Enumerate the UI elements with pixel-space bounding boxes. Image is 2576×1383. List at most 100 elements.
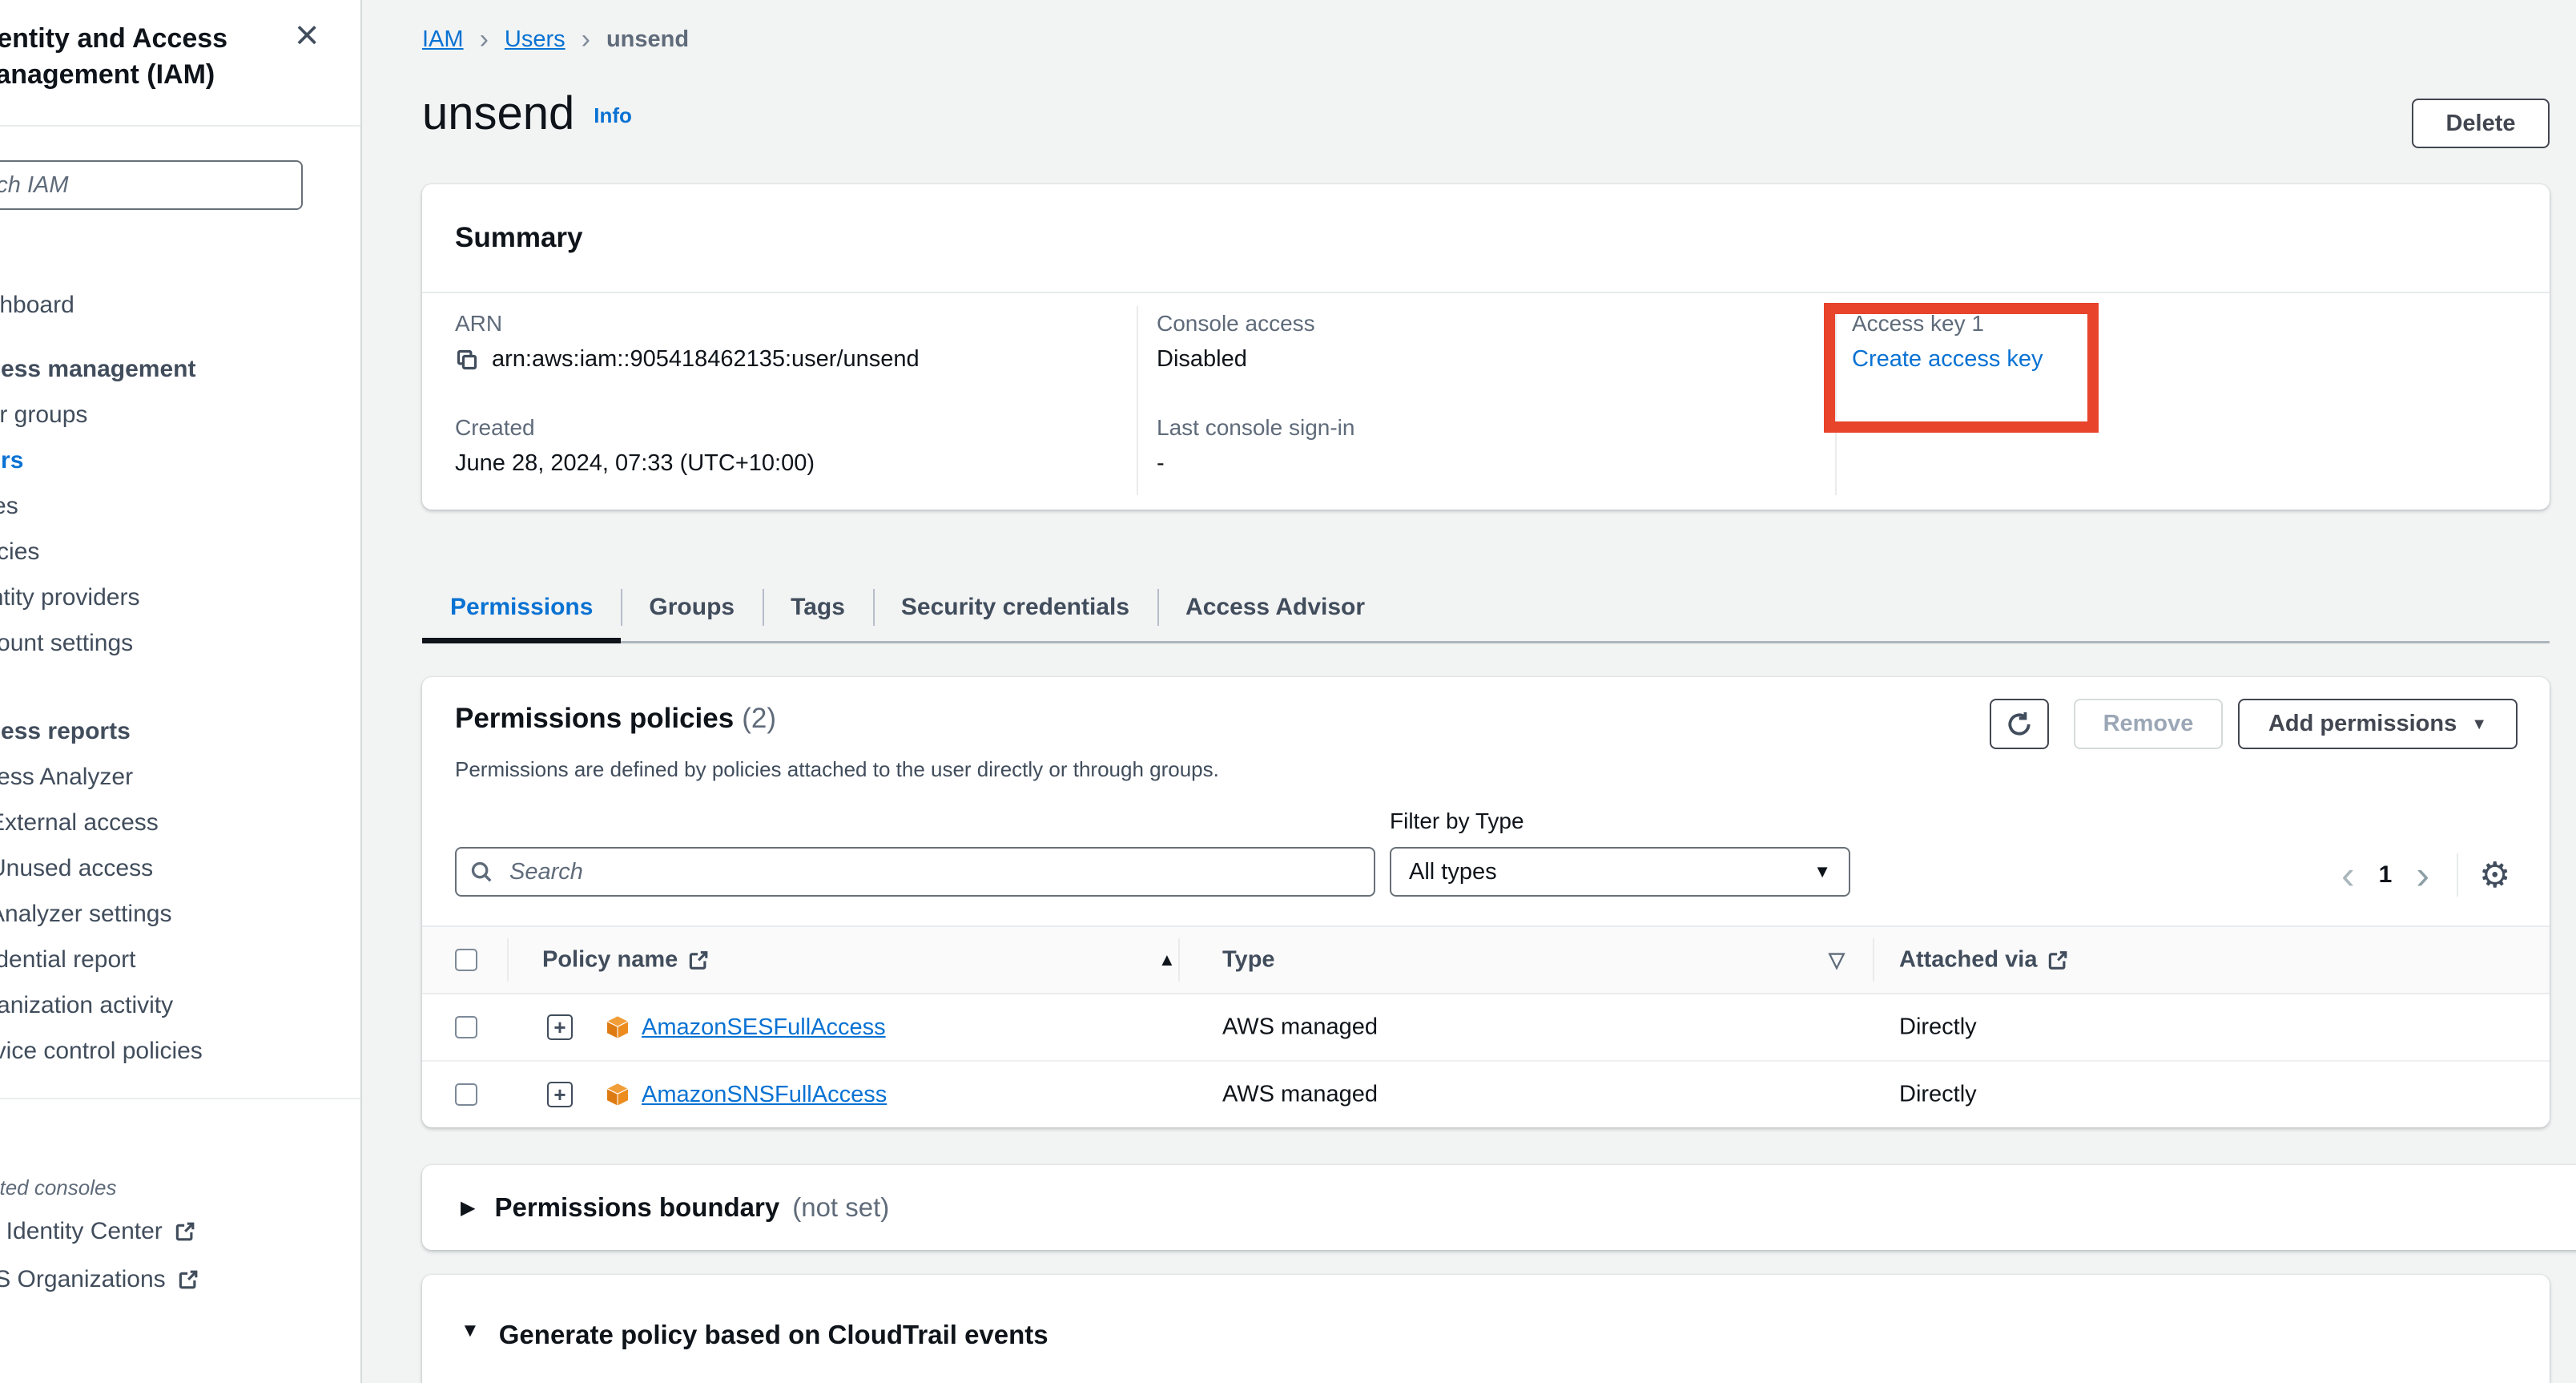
sidebar-item-account-settings[interactable]: Account settings	[0, 620, 360, 666]
add-permissions-label: Add permissions	[2268, 711, 2457, 737]
arn-label: ARN	[455, 311, 502, 337]
generate-policy-section[interactable]: ▼ Generate policy based on CloudTrail ev…	[422, 1275, 2550, 1383]
permissions-boundary-note: (not set)	[792, 1192, 889, 1223]
sidebar-search-input[interactable]	[0, 160, 303, 210]
attached-via-value: Directly	[1899, 1014, 1977, 1041]
policy-link[interactable]: AmazonSESFullAccess	[642, 1014, 886, 1041]
sidebar-item-analyzer-settings[interactable]: Analyzer settings	[0, 891, 360, 937]
arn-value: arn:aws:iam::905418462135:user/unsend	[455, 346, 920, 373]
sidebar-item-iam-identity-center[interactable]: IAM Identity Center	[0, 1208, 360, 1256]
sort-ascending-icon[interactable]: ▲	[1158, 950, 1176, 970]
policies-table-header: Policy name ▲ Type ▽ Attached via	[422, 925, 2550, 994]
permissions-policies-title: Permissions policies(2)	[455, 703, 776, 735]
copy-icon[interactable]	[455, 348, 479, 372]
gear-icon[interactable]: ⚙	[2479, 855, 2510, 896]
sidebar-item-label: IAM Identity Center	[0, 1208, 163, 1256]
sidebar-item-credential-report[interactable]: Credential report	[0, 937, 360, 982]
policy-search-input[interactable]	[455, 847, 1375, 897]
type-filter-select[interactable]: All types ▼	[1390, 847, 1850, 897]
summary-body: ARN arn:aws:iam::905418462135:user/unsen…	[422, 293, 2550, 510]
pagination-divider	[2457, 853, 2458, 897]
table-row: + AmazonSESFullAccess AWS managed Direct…	[422, 994, 2550, 1062]
policy-type: AWS managed	[1222, 1082, 1378, 1108]
external-link-icon	[2047, 949, 2069, 971]
breadcrumb-link-iam[interactable]: IAM	[422, 26, 464, 53]
annotation-highlight-box	[1824, 303, 2099, 433]
expand-right-icon[interactable]: ▶	[461, 1196, 475, 1220]
tab-security-credentials[interactable]: Security credentials	[873, 573, 1157, 642]
close-icon[interactable]: ×	[295, 14, 319, 56]
breadcrumb-current: unsend	[606, 26, 689, 53]
sidebar-header-divider	[0, 125, 360, 127]
sidebar-divider	[0, 1098, 360, 1099]
row-checkbox[interactable]	[455, 1016, 477, 1038]
external-link-icon	[174, 1220, 196, 1243]
permissions-boundary-title: Permissions boundary	[494, 1192, 779, 1223]
table-row: + AmazonSNSFullAccess AWS managed Direct…	[422, 1062, 2550, 1127]
policy-name-header: Policy name	[542, 947, 678, 974]
user-name: unsend	[422, 87, 574, 139]
attached-via-header: Attached via	[1899, 947, 2037, 974]
sidebar-item-dashboard[interactable]: Dashboard	[0, 282, 360, 328]
console-access-value: Disabled	[1157, 346, 1247, 373]
sidebar-item-policies[interactable]: Policies	[0, 529, 360, 575]
type-filter-value: All types	[1409, 859, 1497, 885]
arn-text: arn:aws:iam::905418462135:user/unsend	[492, 346, 920, 373]
sidebar: Identity and Access Management (IAM) Das…	[0, 0, 362, 1383]
created-label: Created	[455, 415, 535, 441]
sidebar-item-identity-providers[interactable]: Identity providers	[0, 575, 360, 620]
expand-row-icon[interactable]: +	[547, 1014, 573, 1040]
sidebar-title: Identity and Access Management (IAM)	[0, 21, 269, 93]
policy-type: AWS managed	[1222, 1014, 1378, 1041]
external-link-icon	[177, 1268, 199, 1291]
sidebar-item-user-groups[interactable]: User groups	[0, 392, 360, 437]
select-all-checkbox[interactable]	[455, 949, 477, 971]
search-icon	[469, 860, 493, 884]
info-link[interactable]: Info	[594, 103, 632, 128]
sidebar-item-unused-access[interactable]: Unused access	[0, 845, 360, 891]
sidebar-related-consoles-header: Related consoles	[0, 1167, 360, 1208]
pagination: ‹ 1 › ⚙	[2338, 850, 2510, 900]
breadcrumb-chevron-icon: ›	[480, 28, 489, 51]
sidebar-item-organization-activity[interactable]: Organization activity	[0, 982, 360, 1028]
page-title: unsend Info	[422, 87, 632, 140]
page-number: 1	[2379, 861, 2393, 889]
filter-icon[interactable]: ▽	[1829, 948, 1845, 973]
permissions-policies-heading: Permissions policies	[455, 703, 734, 734]
chevron-left-icon[interactable]: ‹	[2338, 855, 2358, 895]
tab-access-advisor[interactable]: Access Advisor	[1157, 573, 1393, 642]
managed-policy-icon	[603, 1080, 632, 1109]
policy-link[interactable]: AmazonSNSFullAccess	[642, 1082, 887, 1108]
sidebar-section-access-reports: Access reports	[0, 708, 360, 754]
remove-button[interactable]: Remove	[2074, 699, 2223, 749]
tab-groups[interactable]: Groups	[621, 573, 763, 642]
row-checkbox[interactable]	[455, 1083, 477, 1106]
sidebar-item-label: AWS Organizations	[0, 1256, 166, 1304]
delete-button[interactable]: Delete	[2412, 99, 2550, 148]
tab-permissions[interactable]: Permissions	[422, 573, 621, 642]
sidebar-item-access-analyzer[interactable]: Access Analyzer	[0, 754, 360, 800]
last-console-signin-value: -	[1157, 450, 1165, 477]
tab-tags[interactable]: Tags	[763, 573, 873, 642]
breadcrumb-link-users[interactable]: Users	[505, 26, 566, 53]
sidebar-item-service-control-policies[interactable]: Service control policies	[0, 1028, 360, 1074]
column-divider	[1178, 938, 1180, 982]
column-divider	[1873, 938, 1874, 982]
permissions-boundary-section[interactable]: ▶ Permissions boundary (not set)	[422, 1165, 2576, 1250]
sidebar-item-aws-organizations[interactable]: AWS Organizations	[0, 1256, 360, 1304]
collapse-down-icon[interactable]: ▼	[461, 1320, 480, 1342]
caret-down-icon: ▼	[1813, 864, 1831, 880]
refresh-button[interactable]	[1990, 699, 2049, 749]
chevron-right-icon[interactable]: ›	[2413, 855, 2433, 895]
expand-row-icon[interactable]: +	[547, 1082, 573, 1107]
summary-card: Summary ARN arn:aws:iam::905418462135:us…	[422, 184, 2550, 510]
sidebar-item-roles[interactable]: Roles	[0, 483, 360, 529]
type-header: Type	[1222, 947, 1275, 974]
sidebar-item-external-access[interactable]: External access	[0, 800, 360, 845]
policies-table: Policy name ▲ Type ▽ Attached via + A	[422, 925, 2550, 1127]
sidebar-section-access-management: Access management	[0, 346, 360, 392]
sidebar-item-users[interactable]: Users	[0, 437, 360, 483]
permissions-policies-description: Permissions are defined by policies atta…	[455, 757, 1219, 782]
add-permissions-button[interactable]: Add permissions ▼	[2238, 699, 2518, 749]
last-console-signin-label: Last console sign-in	[1157, 415, 1354, 441]
